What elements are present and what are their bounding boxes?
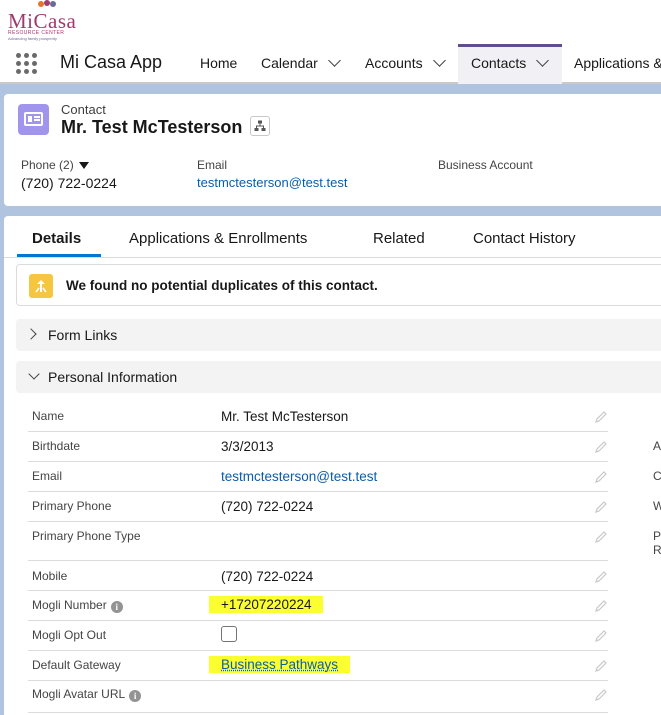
email-label: Email	[197, 158, 228, 172]
nav-item-calendar[interactable]: Calendar	[261, 44, 341, 84]
field-label: Primary Phone Type	[32, 529, 141, 543]
field-label-with-info: Mogli Number i	[32, 598, 123, 613]
pencil-icon[interactable]	[594, 500, 608, 514]
pencil-icon[interactable]	[594, 410, 608, 424]
section-form-links[interactable]: Form Links	[16, 319, 661, 351]
record-type: Contact	[61, 102, 106, 117]
chevron-down-icon[interactable]	[432, 54, 446, 67]
chevron-down-icon[interactable]	[327, 54, 341, 67]
business-account-label: Business Account	[438, 158, 533, 172]
tab-applications-enrollments[interactable]: Applications & Enrollments	[129, 230, 307, 247]
field-row-mogli-number: Mogli Number i +17207220224	[28, 591, 608, 621]
hierarchy-button[interactable]	[250, 116, 270, 136]
field-value: Mr. Test McTesterson	[221, 409, 349, 424]
pencil-icon[interactable]	[594, 530, 608, 544]
pencil-icon[interactable]	[594, 570, 608, 584]
mogli-number-value: +17207220224	[209, 596, 324, 613]
contact-icon	[18, 104, 49, 135]
right-column-label: C	[653, 469, 661, 483]
caret-down-icon[interactable]	[78, 162, 89, 169]
field-value: (720) 722-0224	[221, 569, 314, 584]
pencil-icon[interactable]	[594, 659, 608, 673]
highlight-email: Email testmctesterson@test.test	[197, 158, 347, 190]
nav-item-label: Applications &	[574, 55, 661, 71]
duplicate-alert: We found no potential duplicates of this…	[16, 264, 661, 306]
field-row-default-gateway: Default Gateway Business Pathways	[28, 651, 608, 681]
right-column-label: A	[653, 439, 661, 453]
phone-dropdown[interactable]: Phone (2)	[21, 158, 117, 172]
right-column-label: W	[653, 499, 661, 513]
section-title: Personal Information	[48, 369, 178, 385]
detail-panel: Details Applications & Enrollments Relat…	[4, 216, 661, 715]
field-label: Mogli Avatar URL	[32, 687, 126, 701]
default-gateway-link[interactable]: Business Pathways	[209, 656, 351, 673]
tab-related[interactable]: Related	[373, 230, 425, 247]
field-label: Mobile	[32, 569, 68, 583]
info-icon[interactable]: i	[110, 601, 123, 613]
nav-item-label: Home	[200, 55, 238, 71]
field-row-birthdate: Birthdate 3/3/2013	[28, 432, 608, 462]
mogli-opt-out-checkbox[interactable]	[221, 626, 237, 642]
tab-details[interactable]: Details	[32, 230, 81, 247]
phone-value: (720) 722-0224	[21, 175, 117, 191]
nav-item-accounts[interactable]: Accounts	[365, 44, 446, 84]
field-label: Birthdate	[32, 439, 81, 453]
nav-item-label: Contacts	[471, 55, 527, 71]
field-label: Mogli Number	[32, 598, 107, 612]
field-label: Mogli Opt Out	[32, 628, 107, 642]
email-link[interactable]: testmctesterson@test.test	[197, 175, 347, 190]
field-label: Default Gateway	[32, 658, 121, 672]
field-row-primary-phone: Primary Phone (720) 722-0224	[28, 492, 608, 522]
chevron-down-icon	[28, 368, 40, 380]
record-name: Mr. Test McTesterson	[61, 117, 243, 137]
hierarchy-icon	[254, 120, 266, 131]
nav-item-applications[interactable]: Applications &	[574, 44, 661, 84]
pencil-icon[interactable]	[594, 629, 608, 643]
pencil-icon[interactable]	[594, 599, 608, 613]
app-launcher-icon[interactable]	[16, 53, 38, 75]
nav-item-label: Accounts	[365, 55, 423, 71]
field-row-primary-phone-type: Primary Phone Type	[28, 522, 608, 561]
record-header: Contact Mr. Test McTesterson Phone (2) (…	[4, 94, 661, 206]
field-label: Name	[32, 409, 65, 423]
field-value: (720) 722-0224	[221, 499, 314, 514]
highlight-business-account: Business Account	[438, 158, 533, 172]
duplicate-alert-text: We found no potential duplicates of this…	[66, 278, 378, 293]
tab-contact-history[interactable]: Contact History	[473, 230, 576, 247]
field-value: 3/3/2013	[221, 439, 274, 454]
chevron-down-icon[interactable]	[536, 54, 550, 67]
active-tab-indicator	[17, 254, 101, 257]
pencil-icon[interactable]	[594, 688, 608, 702]
nav-item-home[interactable]: Home	[200, 44, 237, 84]
field-row-mobile: Mobile (720) 722-0224	[28, 561, 608, 591]
phone-label: Phone (2)	[21, 158, 74, 172]
field-label: Email	[32, 469, 63, 483]
record-tabs: Details Applications & Enrollments Relat…	[4, 216, 661, 258]
section-personal-information[interactable]: Personal Information	[16, 361, 661, 393]
top-header: MiCasa RESOURCE CENTER Advancing family …	[0, 0, 661, 44]
field-label: Primary Phone	[32, 499, 112, 513]
section-title: Form Links	[48, 327, 118, 343]
mi-casa-logo[interactable]: MiCasa RESOURCE CENTER Advancing family …	[8, 0, 88, 42]
right-column-label: R	[653, 543, 661, 557]
pencil-icon[interactable]	[594, 470, 608, 484]
field-row-name: Name Mr. Test McTesterson	[28, 402, 608, 432]
pencil-icon[interactable]	[594, 440, 608, 454]
right-column-label: P	[653, 529, 661, 543]
merge-icon	[29, 274, 53, 298]
logo-tagline: Advancing family prosperity	[8, 36, 57, 41]
field-row-email: Email testmctesterson@test.test	[28, 462, 608, 492]
nav-item-label: Calendar	[261, 55, 318, 71]
field-row-mogli-avatar-url: Mogli Avatar URL i	[28, 681, 608, 713]
email-link[interactable]: testmctesterson@test.test	[221, 469, 377, 484]
info-icon[interactable]: i	[129, 690, 142, 702]
highlight-phone: Phone (2) (720) 722-0224	[21, 158, 117, 191]
field-label-with-info: Mogli Avatar URL i	[32, 687, 142, 702]
nav-item-contacts[interactable]: Contacts	[458, 44, 562, 84]
field-row-mogli-opt-out: Mogli Opt Out	[28, 621, 608, 651]
app-nav-bar: Mi Casa App Home Calendar Accounts Conta…	[0, 44, 661, 84]
app-name: Mi Casa App	[60, 52, 163, 72]
chevron-right-icon	[25, 328, 37, 340]
